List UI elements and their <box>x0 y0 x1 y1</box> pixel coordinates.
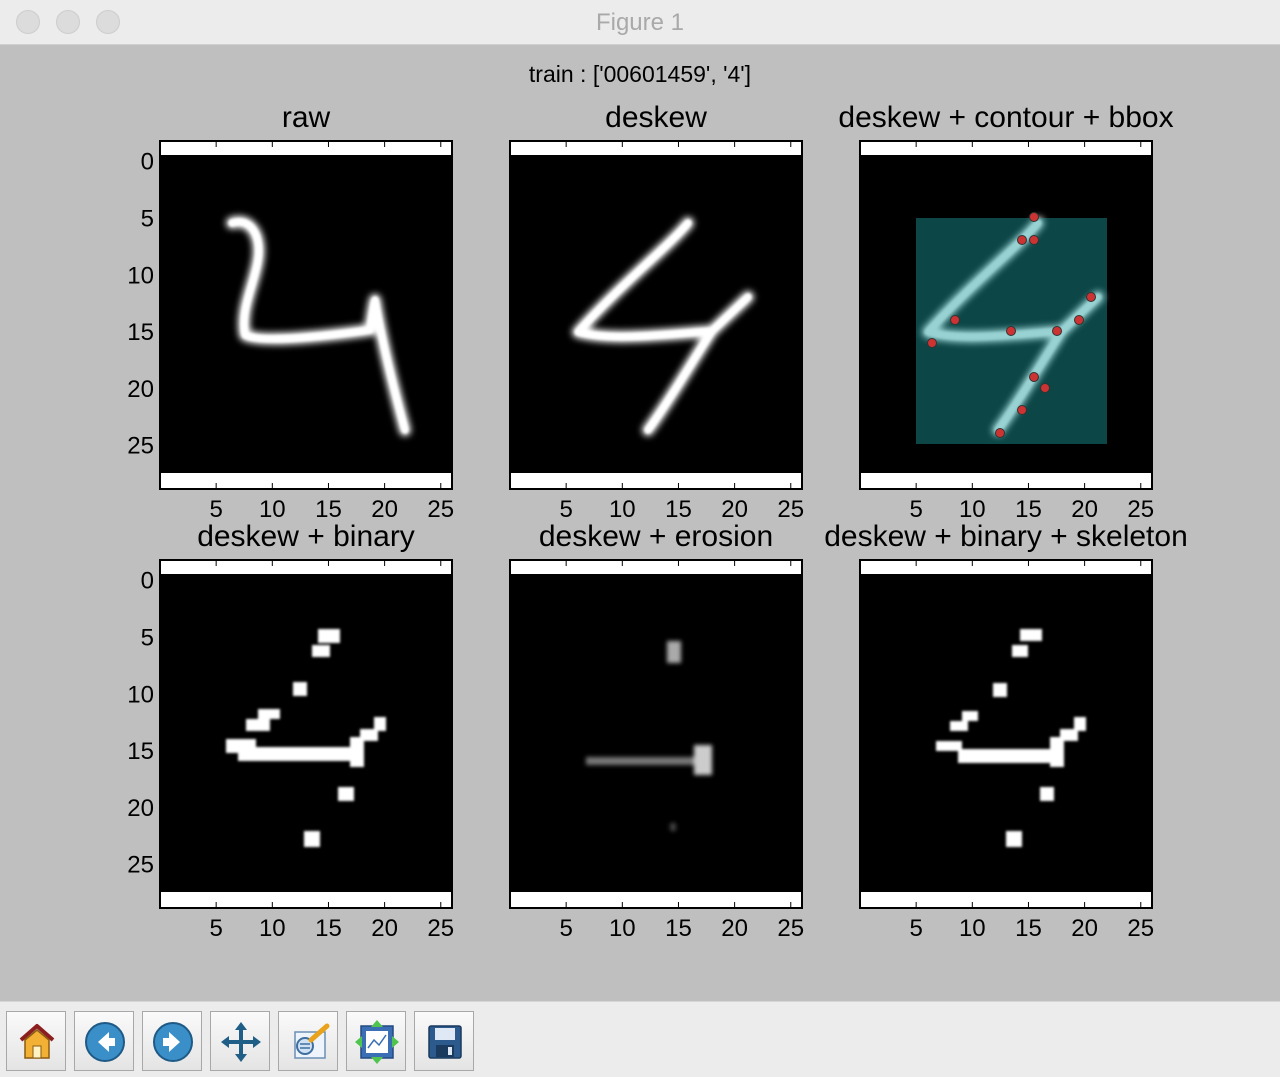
home-button[interactable] <box>6 1011 66 1071</box>
panel-contour-bbox <box>859 140 1153 490</box>
back-icon <box>85 1022 125 1062</box>
x-tick-label: 20 <box>721 496 748 523</box>
y-tick-label: 0 <box>141 568 154 595</box>
title-bar: Figure 1 <box>0 0 1280 45</box>
x-tick-label: 25 <box>427 915 454 942</box>
panel-binary <box>159 559 453 909</box>
panel-title-erosion: deskew + erosion <box>539 520 773 553</box>
forward-icon <box>153 1022 193 1062</box>
forward-button[interactable] <box>142 1011 202 1071</box>
y-tick-label: 15 <box>127 319 154 346</box>
x-tick-label: 15 <box>665 496 692 523</box>
x-tick-label: 10 <box>609 496 636 523</box>
panel-erosion <box>509 559 803 909</box>
x-tick-label: 15 <box>315 915 342 942</box>
panel-title-raw: raw <box>282 101 331 134</box>
panel-title-binary: deskew + binary <box>197 520 415 553</box>
configure-icon <box>355 1020 399 1064</box>
x-tick-label: 10 <box>259 496 286 523</box>
x-tick-label: 10 <box>959 915 986 942</box>
panel-title-deskew: deskew <box>605 101 707 134</box>
panel-raw <box>159 140 453 490</box>
configure-subplots-button[interactable] <box>346 1011 406 1071</box>
x-tick-label: 5 <box>909 915 922 942</box>
window-title: Figure 1 <box>595 9 685 36</box>
y-tick-label: 5 <box>141 624 154 651</box>
figure-svg: train : ['00601459', '4'] raw deskew des… <box>127 61 1188 942</box>
x-tick-label: 5 <box>209 496 222 523</box>
x-tick-label: 5 <box>209 915 222 942</box>
zoom-rect-button[interactable] <box>278 1011 338 1071</box>
back-button[interactable] <box>74 1011 134 1071</box>
x-tick-label: 20 <box>371 496 398 523</box>
y-tick-label: 10 <box>127 262 154 289</box>
save-button[interactable] <box>414 1011 474 1071</box>
panel-deskew <box>509 140 803 490</box>
x-tick-label: 10 <box>609 915 636 942</box>
x-tick-label: 20 <box>371 915 398 942</box>
x-tick-label: 25 <box>1127 496 1154 523</box>
y-tick-label: 25 <box>127 852 154 879</box>
x-tick-label: 5 <box>909 496 922 523</box>
x-tick-label: 25 <box>777 915 804 942</box>
y-tick-label: 15 <box>127 738 154 765</box>
subplots-icon <box>294 1023 330 1059</box>
x-tick-label: 25 <box>427 496 454 523</box>
navigation-toolbar <box>0 1001 1280 1077</box>
x-tick-label: 5 <box>559 496 572 523</box>
figure-canvas[interactable]: train : ['00601459', '4'] raw deskew des… <box>0 45 1280 1000</box>
y-tick-label: 10 <box>127 681 154 708</box>
y-tick-label: 5 <box>141 205 154 232</box>
x-tick-label: 10 <box>959 496 986 523</box>
save-icon <box>428 1025 462 1059</box>
x-tick-label: 25 <box>777 496 804 523</box>
home-icon <box>19 1024 55 1059</box>
x-tick-label: 5 <box>559 915 572 942</box>
x-tick-label: 15 <box>1015 496 1042 523</box>
y-tick-label: 20 <box>127 376 154 403</box>
panel-title-contour: deskew + contour + bbox <box>838 101 1173 134</box>
y-tick-label: 0 <box>141 149 154 176</box>
x-tick-label: 20 <box>1071 496 1098 523</box>
x-tick-label: 15 <box>315 496 342 523</box>
x-tick-label: 20 <box>1071 915 1098 942</box>
y-tick-label: 20 <box>127 795 154 822</box>
x-tick-label: 25 <box>1127 915 1154 942</box>
figure-suptitle: train : ['00601459', '4'] <box>529 61 751 87</box>
panel-skeleton <box>859 559 1153 909</box>
x-tick-label: 15 <box>1015 915 1042 942</box>
y-tick-label: 25 <box>127 433 154 460</box>
panel-title-skeleton: deskew + binary + skeleton <box>824 520 1188 553</box>
x-tick-label: 10 <box>259 915 286 942</box>
x-tick-label: 15 <box>665 915 692 942</box>
x-tick-label: 20 <box>721 915 748 942</box>
pan-icon <box>221 1022 261 1062</box>
pan-button[interactable] <box>210 1011 270 1071</box>
